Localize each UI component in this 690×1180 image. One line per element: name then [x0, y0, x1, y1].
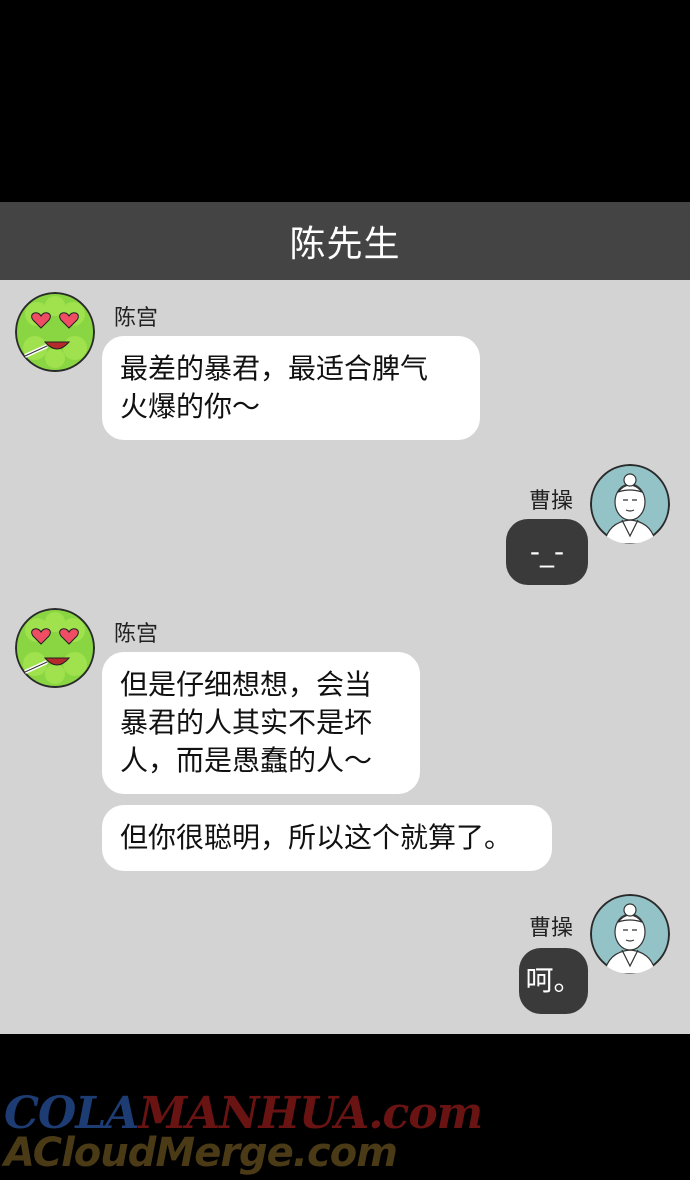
watermark-line-2: ACloudMerge.com: [4, 1130, 398, 1176]
message-text: 呵。: [525, 964, 582, 997]
sender-name: 陈宫: [114, 306, 159, 331]
top-black-band: [0, 0, 690, 202]
message-text: -_-: [529, 535, 565, 568]
chat-area[interactable]: 陈宫 最差的暴君，最适合脾气 火爆的你～ 曹操 -_- 陈宫 但是仔细想想，会当…: [0, 280, 690, 1034]
message-bubble[interactable]: 最差的暴君，最适合脾气 火爆的你～: [102, 336, 480, 440]
message-text: 但是仔细想想，会当 暴君的人其实不是坏 人，而是愚蠢的人～: [120, 668, 373, 777]
message-text: 最差的暴君，最适合脾气 火爆的你～: [120, 352, 429, 423]
caocao-avatar[interactable]: [590, 894, 670, 974]
message-bubble[interactable]: -_-: [506, 519, 588, 585]
sender-name: 曹操: [529, 916, 574, 941]
chat-title-bar: 陈先生: [0, 202, 690, 280]
green-emoji-avatar[interactable]: [15, 608, 95, 688]
message-text: 但你很聪明，所以这个就算了。: [120, 821, 513, 854]
green-emoji-avatar[interactable]: [15, 292, 95, 372]
message-bubble[interactable]: 但你很聪明，所以这个就算了。: [102, 805, 552, 871]
message-bubble[interactable]: 但是仔细想想，会当 暴君的人其实不是坏 人，而是愚蠢的人～: [102, 652, 420, 794]
sender-name: 陈宫: [114, 622, 159, 647]
caocao-avatar[interactable]: [590, 464, 670, 544]
sender-name: 曹操: [529, 489, 574, 514]
message-bubble[interactable]: 呵。: [519, 948, 588, 1014]
chat-title: 陈先生: [289, 224, 401, 265]
